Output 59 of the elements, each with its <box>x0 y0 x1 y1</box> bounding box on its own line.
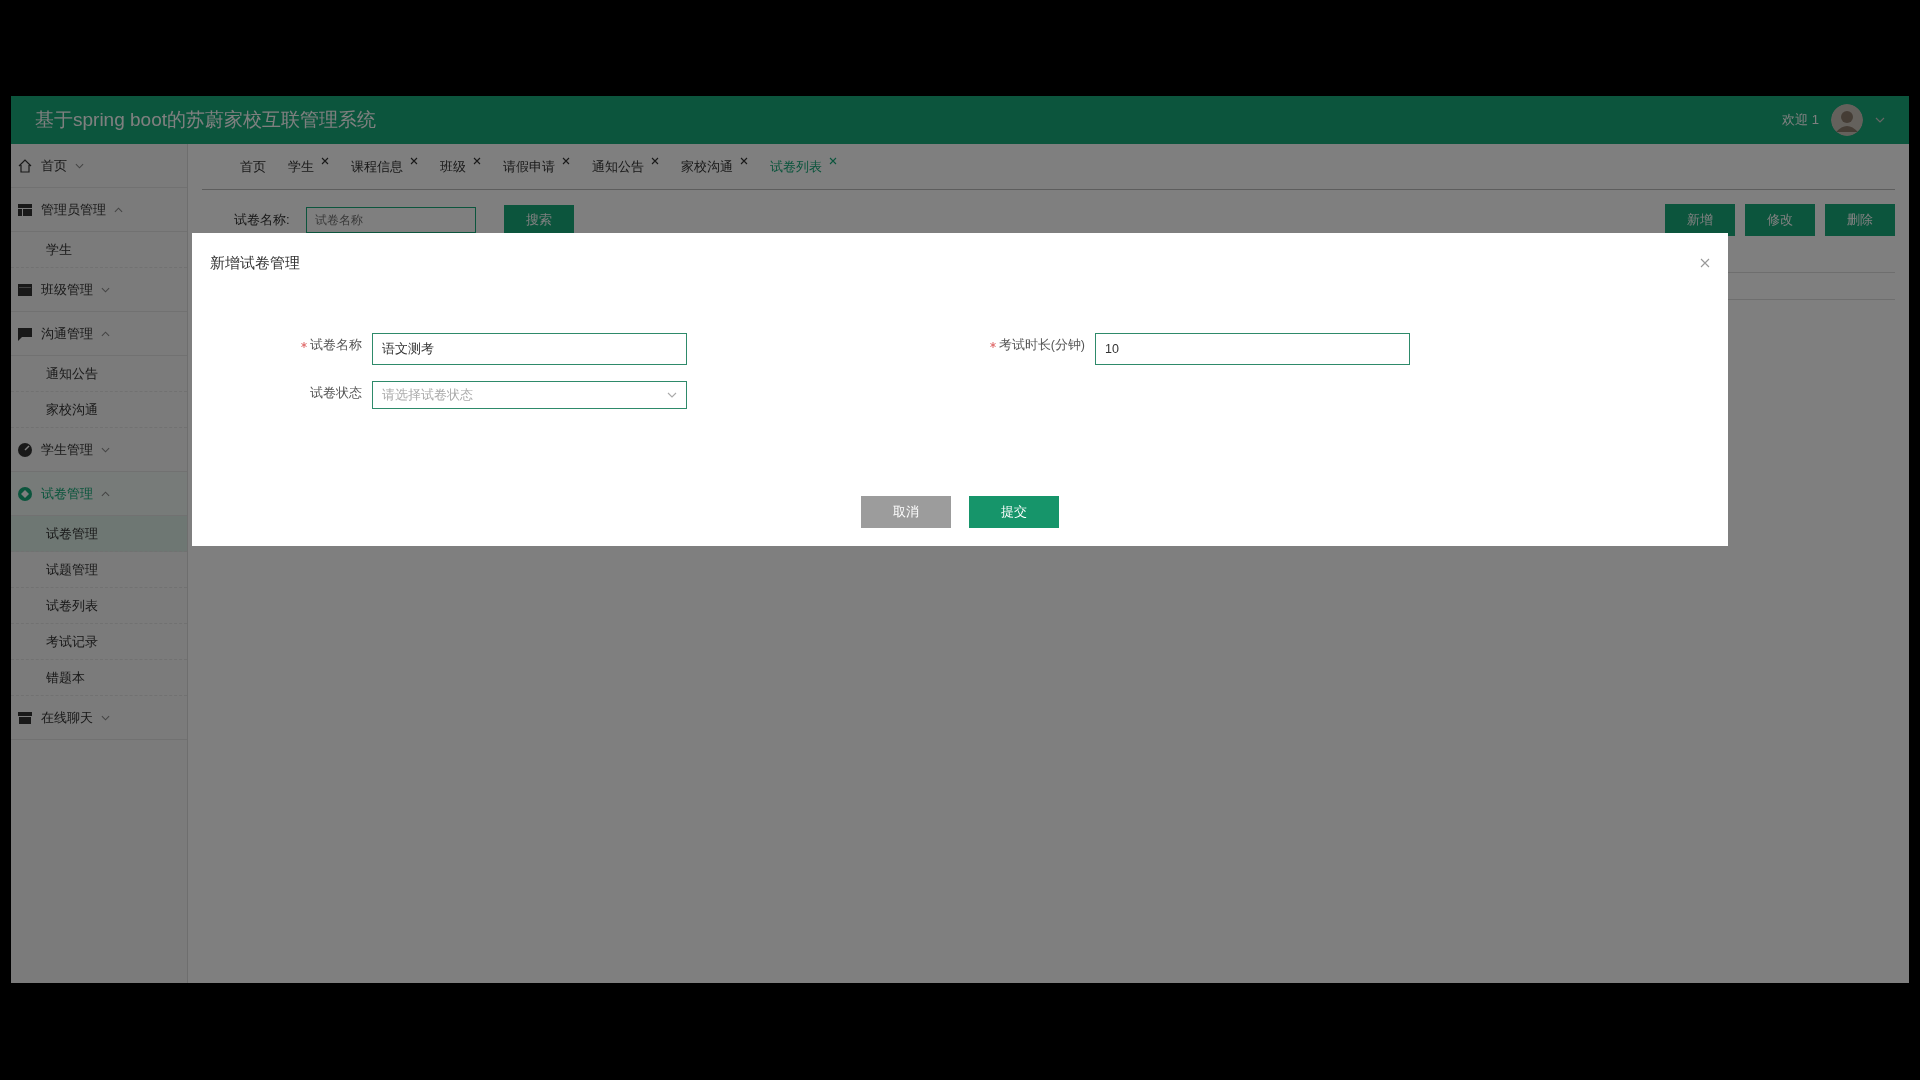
sidebar-item[interactable]: 班级管理 <box>11 268 187 312</box>
submit-button[interactable]: 提交 <box>969 496 1059 528</box>
window-icon <box>17 281 33 298</box>
sidebar-item[interactable]: 首页 <box>11 144 187 188</box>
chat-icon <box>17 325 33 342</box>
cancel-button[interactable]: 取消 <box>861 496 951 528</box>
sidebar-subitem[interactable]: 试卷列表 <box>11 588 187 624</box>
select-field[interactable]: 请选择试卷状态 <box>372 381 687 409</box>
search-button[interactable]: 搜索 <box>503 205 574 235</box>
sidebar-item[interactable]: 在线聊天 <box>11 696 187 740</box>
greeting-text: 欢迎 1 <box>1782 111 1819 129</box>
sidebar-subitem[interactable]: 试卷管理 <box>11 516 187 552</box>
sidebar-item[interactable]: 沟通管理 <box>11 312 187 356</box>
field-label: 考试时长(分钟) <box>998 336 1085 354</box>
tab[interactable]: 试卷列表 <box>770 157 837 176</box>
tab[interactable]: 学生 <box>288 157 329 176</box>
sidebar-subitem[interactable]: 考试记录 <box>11 624 187 660</box>
sidebar-subitem[interactable]: 通知公告 <box>11 356 187 392</box>
input-field[interactable]: 语文测考 <box>372 333 687 365</box>
tab[interactable]: 通知公告 <box>592 157 659 176</box>
close-icon[interactable] <box>1700 258 1710 268</box>
close-icon[interactable] <box>651 156 659 165</box>
chevron-up-icon <box>114 206 123 213</box>
house-icon <box>17 157 33 174</box>
tab[interactable]: 首页 <box>240 157 266 176</box>
close-icon[interactable] <box>473 156 481 165</box>
sidebar-subitem[interactable]: 学生 <box>11 232 187 268</box>
action-button[interactable]: 新增 <box>1665 204 1735 236</box>
field-label: 试卷状态 <box>310 384 362 402</box>
sidebar-subitem[interactable]: 试题管理 <box>11 552 187 588</box>
sidebar-subitem[interactable]: 家校沟通 <box>11 392 187 428</box>
dialog-title: 新增试卷管理 <box>210 253 300 273</box>
input-field[interactable]: 10 <box>1095 333 1410 365</box>
chevron-down-icon <box>101 714 110 721</box>
tab[interactable]: 课程信息 <box>351 157 418 176</box>
search-label: 试卷名称: <box>234 211 290 229</box>
tab[interactable]: 班级 <box>440 157 481 176</box>
close-icon[interactable] <box>321 156 329 165</box>
search-field[interactable]: 试卷名称 <box>305 207 476 233</box>
layout-icon <box>17 201 33 218</box>
sidebar-subitem[interactable]: 错题本 <box>11 660 187 696</box>
chevron-up-icon <box>101 330 110 337</box>
action-button[interactable]: 修改 <box>1745 204 1815 236</box>
app-title: 基于spring boot的苏蔚家校互联管理系统 <box>35 108 376 132</box>
gauge-icon <box>17 441 33 458</box>
chevron-up-icon <box>101 490 110 497</box>
close-icon[interactable] <box>410 156 418 165</box>
chevron-down-icon <box>75 162 84 169</box>
tab[interactable]: 家校沟通 <box>681 157 748 176</box>
action-button[interactable]: 删除 <box>1825 204 1895 236</box>
close-icon[interactable] <box>562 156 570 165</box>
sidebar-item[interactable]: 管理员管理 <box>11 188 187 232</box>
chevron-down-icon <box>101 286 110 293</box>
chevron-down-icon <box>101 446 110 453</box>
tab[interactable]: 请假申请 <box>503 157 570 176</box>
close-icon[interactable] <box>740 156 748 165</box>
archive-icon <box>17 709 33 726</box>
field-label: 试卷名称 <box>310 336 362 354</box>
chevron-down-icon <box>667 392 677 398</box>
